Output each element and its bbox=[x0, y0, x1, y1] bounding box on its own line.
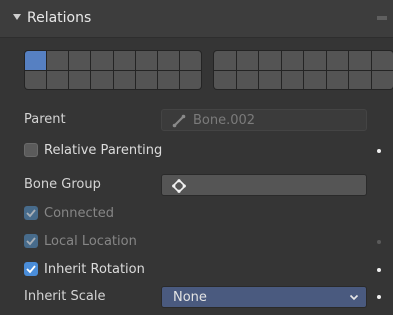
connected-row[interactable]: Connected bbox=[0, 203, 393, 225]
layer-toggle[interactable] bbox=[25, 70, 47, 89]
layer-toggle[interactable] bbox=[91, 70, 113, 89]
layer-toggle[interactable] bbox=[179, 51, 201, 70]
local-location-label: Local Location bbox=[44, 234, 137, 249]
panel-title: Relations bbox=[27, 10, 92, 26]
layer-toggle[interactable] bbox=[214, 51, 236, 70]
inherit-scale-label: Inherit Scale bbox=[24, 289, 106, 304]
layer-toggle[interactable] bbox=[47, 51, 69, 70]
relative-parenting-label: Relative Parenting bbox=[44, 143, 163, 158]
layer-toggle[interactable] bbox=[135, 51, 157, 70]
layer-toggle[interactable] bbox=[349, 51, 371, 70]
layer-toggle[interactable] bbox=[135, 70, 157, 89]
layer-toggle[interactable] bbox=[281, 51, 303, 70]
bone-icon bbox=[172, 114, 186, 128]
check-icon bbox=[26, 237, 36, 246]
layer-toggle[interactable] bbox=[91, 51, 113, 70]
layer-toggle[interactable] bbox=[113, 51, 135, 70]
check-icon bbox=[26, 265, 36, 274]
triangle-down-icon[interactable] bbox=[13, 14, 21, 20]
connected-checkbox[interactable] bbox=[24, 206, 38, 220]
layer-toggle[interactable] bbox=[326, 51, 348, 70]
parent-field[interactable]: Bone.002 bbox=[161, 109, 367, 131]
layer-toggle[interactable] bbox=[371, 51, 393, 70]
bone-group-row: Bone Group bbox=[0, 174, 393, 196]
bone-group-label: Bone Group bbox=[24, 177, 101, 192]
layer-toggle[interactable] bbox=[326, 70, 348, 89]
panel-header[interactable]: Relations bbox=[0, 0, 393, 38]
layer-toggle[interactable] bbox=[47, 70, 69, 89]
layer-toggle[interactable] bbox=[69, 70, 91, 89]
local-location-checkbox[interactable] bbox=[24, 234, 38, 248]
layer-toggle[interactable] bbox=[179, 70, 201, 89]
parent-label: Parent bbox=[24, 112, 66, 127]
chevron-down-icon bbox=[349, 294, 359, 301]
layer-toggle[interactable] bbox=[236, 70, 258, 89]
inherit-rotation-checkbox[interactable] bbox=[24, 262, 38, 276]
drag-handle-icon[interactable] bbox=[377, 16, 387, 20]
parent-value: Bone.002 bbox=[193, 113, 256, 128]
inherit-scale-row: Inherit Scale None bbox=[0, 286, 393, 308]
parent-row: Parent Bone.002 bbox=[0, 109, 393, 131]
layer-group-1 bbox=[24, 50, 202, 90]
layer-toggle[interactable] bbox=[113, 70, 135, 89]
inherit-rotation-label: Inherit Rotation bbox=[44, 262, 145, 277]
inherit-scale-dropdown[interactable]: None bbox=[161, 286, 367, 308]
bone-group-field[interactable] bbox=[161, 174, 367, 196]
layer-toggle[interactable] bbox=[259, 51, 281, 70]
connected-label: Connected bbox=[44, 206, 115, 221]
local-location-row[interactable]: Local Location bbox=[0, 231, 393, 253]
group-icon bbox=[172, 179, 186, 193]
layer-toggle[interactable] bbox=[259, 70, 281, 89]
bone-layers bbox=[24, 50, 393, 90]
check-icon bbox=[26, 209, 36, 218]
keyframe-dot-icon[interactable] bbox=[377, 149, 381, 153]
relative-parenting-checkbox[interactable] bbox=[24, 143, 38, 157]
relative-parenting-row[interactable]: Relative Parenting bbox=[0, 140, 393, 162]
inherit-scale-value: None bbox=[173, 290, 207, 305]
layer-toggle[interactable] bbox=[214, 70, 236, 89]
layer-toggle[interactable] bbox=[25, 51, 47, 70]
layer-toggle[interactable] bbox=[157, 51, 179, 70]
layer-toggle[interactable] bbox=[304, 51, 326, 70]
layer-toggle[interactable] bbox=[236, 51, 258, 70]
keyframe-dot-icon[interactable] bbox=[377, 295, 381, 299]
layer-toggle[interactable] bbox=[281, 70, 303, 89]
layer-toggle[interactable] bbox=[371, 70, 393, 89]
inherit-rotation-row[interactable]: Inherit Rotation bbox=[0, 259, 393, 281]
keyframe-dot-icon[interactable] bbox=[377, 240, 381, 244]
keyframe-dot-icon[interactable] bbox=[377, 268, 381, 272]
layer-group-2 bbox=[213, 50, 393, 90]
layer-toggle[interactable] bbox=[349, 70, 371, 89]
layer-toggle[interactable] bbox=[69, 51, 91, 70]
layer-toggle[interactable] bbox=[157, 70, 179, 89]
layer-toggle[interactable] bbox=[304, 70, 326, 89]
